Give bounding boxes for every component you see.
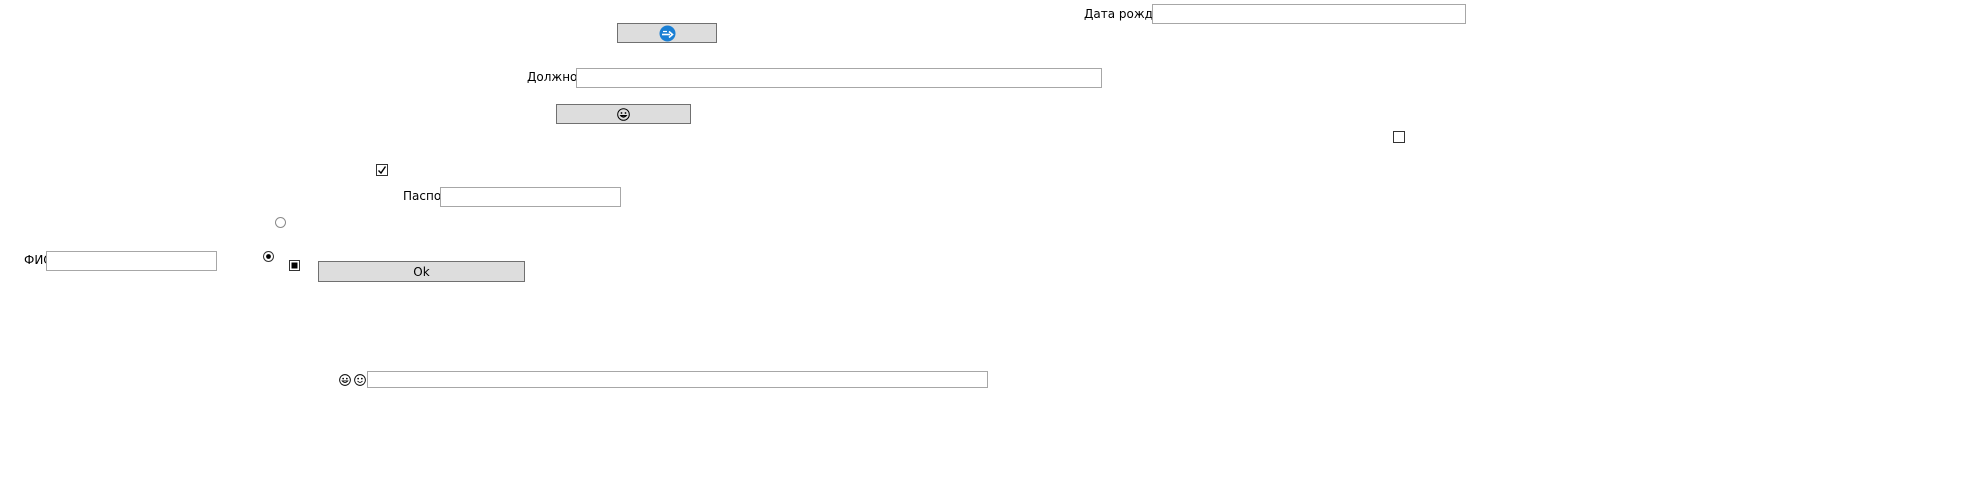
bottom-input[interactable] bbox=[367, 371, 988, 388]
radio-dot-icon bbox=[264, 252, 273, 261]
top-icon-button[interactable] bbox=[617, 23, 717, 43]
grinning-face-icon bbox=[339, 374, 351, 386]
checkbox-left[interactable] bbox=[376, 164, 388, 176]
smiling-face-icon bbox=[354, 374, 366, 386]
checkmark-icon bbox=[377, 165, 387, 175]
emoji-button[interactable] bbox=[556, 104, 691, 124]
checkbox-right[interactable] bbox=[1393, 131, 1405, 143]
radio-top[interactable] bbox=[275, 217, 286, 228]
filled-square-icon bbox=[290, 261, 299, 270]
passport-field[interactable] bbox=[440, 187, 621, 207]
fio-field[interactable] bbox=[46, 251, 217, 271]
grinning-face-icon bbox=[617, 107, 630, 121]
circle-arrow-icon bbox=[659, 25, 676, 42]
ok-button[interactable]: Ok bbox=[318, 261, 525, 282]
radio-bottom[interactable] bbox=[263, 251, 274, 262]
birth-date-field[interactable] bbox=[1152, 4, 1466, 24]
square-toggle[interactable] bbox=[289, 260, 300, 271]
position-field[interactable] bbox=[576, 68, 1102, 88]
